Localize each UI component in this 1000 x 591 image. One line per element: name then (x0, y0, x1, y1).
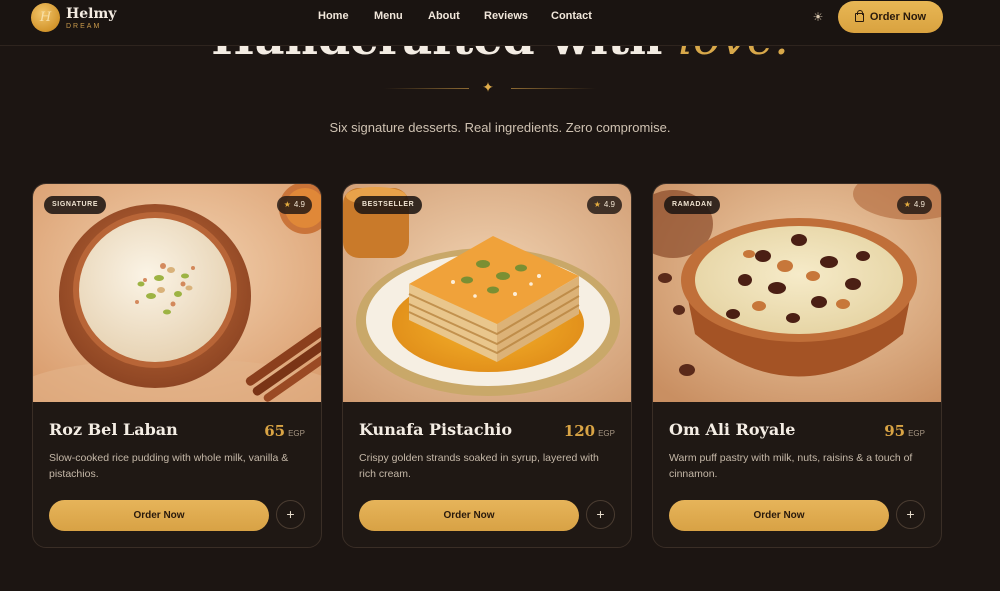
sparkle-icon: ✦ (482, 79, 494, 95)
dessert-image[interactable]: BESTSELLER ★ 4.9 (343, 184, 631, 402)
dessert-description: Slow-cooked rice pudding with whole milk… (49, 452, 289, 480)
sun-icon[interactable]: ☀ (810, 9, 826, 25)
card-order-now-button[interactable]: Order Now (669, 500, 889, 531)
divider-line-right (511, 88, 596, 89)
dessert-description: Warm puff pastry with milk, nuts, raisin… (669, 452, 913, 480)
shopping-bag-icon (854, 9, 864, 22)
card-badge: BESTSELLER (354, 196, 423, 214)
rating-value: 4.9 (603, 200, 615, 209)
dessert-card-roz-bel-laban: SIGNATURE ★ 4.9 Roz Bel Laban 65 EGP Slow-… (32, 183, 322, 548)
divider-line-left (384, 88, 469, 89)
nav-link-reviews[interactable]: Reviews (484, 10, 528, 22)
dessert-image[interactable]: SIGNATURE ★ 4.9 (33, 184, 321, 402)
price-value: 95 (884, 422, 906, 440)
dessert-card-om-ali-royale: RAMADAN ★ 4.9 Om Ali Royale 95 EGP Warm pu… (652, 183, 942, 548)
star-icon: ★ (903, 200, 911, 209)
price-currency: EGP (288, 429, 305, 438)
nav-link-menu[interactable]: Menu (374, 10, 403, 22)
price-currency: EGP (598, 429, 615, 438)
order-now-label: Order Now (869, 11, 927, 23)
card-rating: ★ 4.9 (586, 196, 622, 214)
hero-subtitle: Six signature desserts. Real ingredients… (329, 120, 671, 135)
top-navbar: H Helmy DREAM Home Menu About Reviews Co… (0, 0, 1000, 46)
nav-link-contact[interactable]: Contact (551, 10, 592, 22)
star-icon: ★ (283, 200, 291, 209)
rating-value: 4.9 (293, 200, 305, 209)
price-value: 65 (264, 422, 286, 440)
dessert-price: 65 EGP (264, 422, 305, 441)
card-order-now-button[interactable]: Order Now (49, 500, 269, 531)
nav-link-about[interactable]: About (428, 10, 460, 22)
card-badge: SIGNATURE (44, 196, 107, 214)
price-value: 120 (563, 422, 596, 440)
dessert-price: 120 EGP (564, 422, 615, 441)
dessert-card-kunafa-pistachio: BESTSELLER ★ 4.9 Kunafa Pistachio 120 EGP … (342, 183, 632, 548)
order-now-button[interactable]: Order Now (838, 1, 943, 33)
rating-value: 4.9 (913, 200, 925, 209)
price-currency: EGP (908, 429, 925, 438)
dessert-name: Roz Bel Laban (49, 420, 178, 439)
dessert-name: Om Ali Royale (669, 420, 796, 439)
nav-link-home[interactable]: Home (318, 10, 349, 22)
dessert-price: 95 EGP (884, 422, 925, 441)
card-order-now-button[interactable]: Order Now (359, 500, 579, 531)
dessert-description: Crispy golden strands soaked in syrup, l… (359, 452, 599, 480)
add-to-cart-plus-icon[interactable]: + (586, 500, 615, 529)
add-to-cart-plus-icon[interactable]: + (896, 500, 925, 529)
card-rating: ★ 4.9 (896, 196, 932, 214)
star-icon: ★ (593, 200, 601, 209)
card-badge: RAMADAN (664, 196, 721, 214)
brand-tagline: DREAM (66, 23, 102, 30)
dessert-name: Kunafa Pistachio (359, 420, 513, 439)
card-rating: ★ 4.9 (276, 196, 312, 214)
dessert-image[interactable]: RAMADAN ★ 4.9 (653, 184, 941, 402)
add-to-cart-plus-icon[interactable]: + (276, 500, 305, 529)
